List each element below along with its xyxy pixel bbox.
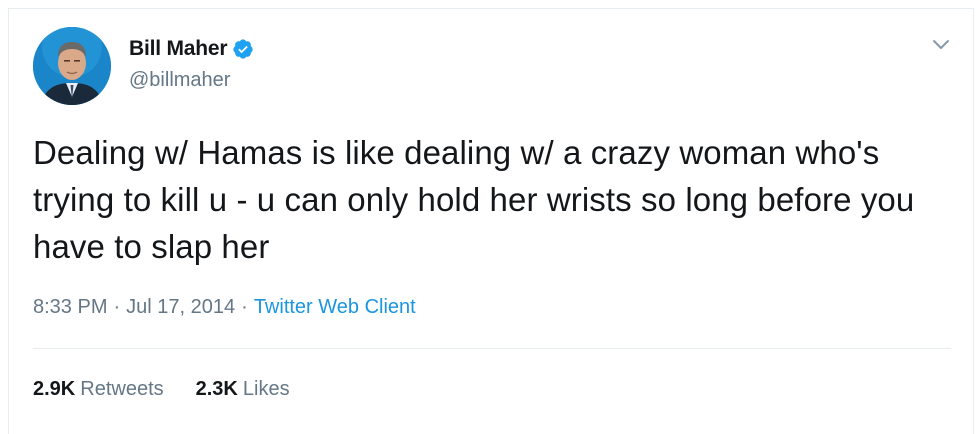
verified-badge-icon — [232, 38, 254, 60]
chevron-down-icon[interactable] — [931, 35, 951, 55]
author-handle[interactable]: @billmaher — [129, 69, 230, 92]
meta-separator: · — [241, 296, 248, 318]
avatar-image — [33, 27, 111, 105]
tweet-stats: 2.9K Retweets 2.3K Likes — [33, 378, 322, 401]
likes-count: 2.3K — [195, 378, 238, 400]
likes-label: Likes — [242, 378, 290, 400]
tweet-time[interactable]: 8:33 PM — [33, 296, 107, 319]
tweet-source-link[interactable]: Twitter Web Client — [254, 296, 416, 319]
tweet-date[interactable]: Jul 17, 2014 — [126, 296, 235, 319]
divider — [33, 348, 951, 349]
author-name-row[interactable]: Bill Maher — [129, 37, 254, 61]
tweet-meta: 8:33 PM · Jul 17, 2014 · Twitter Web Cli… — [33, 296, 416, 319]
retweets-label: Retweets — [80, 378, 164, 400]
tweet-text: Dealing w/ Hamas is like dealing w/ a cr… — [33, 134, 915, 265]
retweets-count: 2.9K — [33, 378, 76, 400]
meta-separator: · — [113, 296, 121, 318]
retweets-stat[interactable]: 2.9K Retweets — [33, 378, 164, 401]
likes-stat[interactable]: 2.3K Likes — [196, 378, 290, 401]
avatar[interactable] — [33, 27, 111, 105]
display-name[interactable]: Bill Maher — [129, 37, 228, 61]
tweet-card: Bill Maher @billmaher Dealing w/ Hamas i… — [8, 8, 974, 434]
